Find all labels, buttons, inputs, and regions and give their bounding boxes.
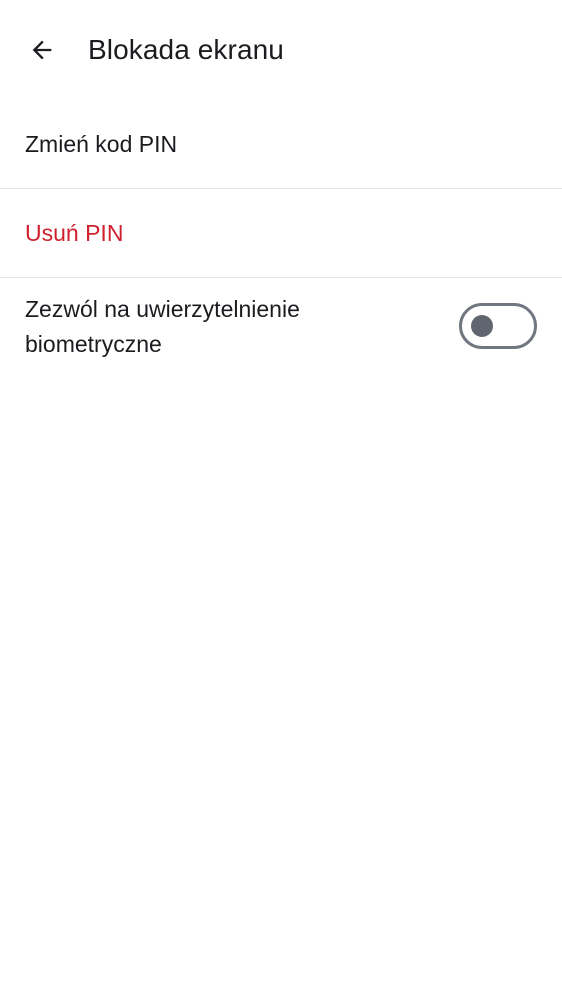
- biometric-auth-item[interactable]: Zezwól na uwierzytelnienie biometryczne: [0, 278, 562, 378]
- top-app-bar: Blokada ekranu: [0, 0, 562, 100]
- remove-pin-item[interactable]: Usuń PIN: [0, 189, 562, 278]
- arrow-left-icon: [28, 36, 56, 64]
- back-button[interactable]: [18, 26, 66, 74]
- change-pin-item[interactable]: Zmień kod PIN: [0, 100, 562, 189]
- page-title: Blokada ekranu: [88, 34, 284, 65]
- remove-pin-label: Usuń PIN: [25, 220, 124, 246]
- change-pin-label: Zmień kod PIN: [25, 131, 178, 157]
- biometric-auth-toggle[interactable]: [459, 303, 537, 349]
- settings-list: Zmień kod PIN Usuń PIN Zezwól na uwierzy…: [0, 100, 562, 378]
- screen-lock-settings-screen: Blokada ekranu Zmień kod PIN Usuń PIN Ze…: [0, 0, 562, 1000]
- toggle-thumb: [471, 315, 493, 337]
- biometric-auth-label: Zezwól na uwierzytelnienie biometryczne: [25, 296, 300, 357]
